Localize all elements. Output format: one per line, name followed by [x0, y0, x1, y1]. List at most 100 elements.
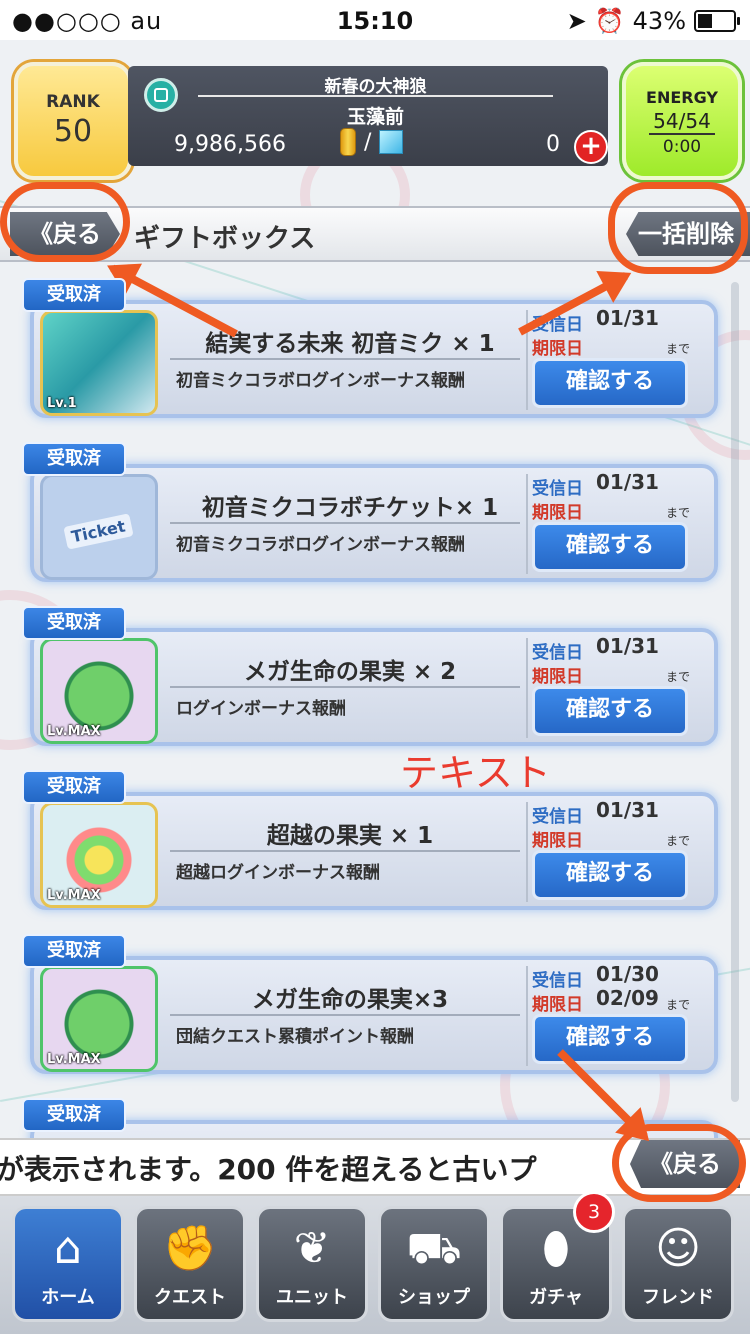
- gift-name: 初音ミクコラボチケット× 1: [201, 495, 499, 521]
- gift-description: 初音ミクコラボログインボーナス報酬: [176, 535, 465, 555]
- tab-label: ガチャ: [529, 1287, 583, 1308]
- highlight-delete-all: [608, 182, 748, 274]
- add-gems-button[interactable]: +: [574, 130, 608, 164]
- name-divider: [170, 850, 520, 852]
- column-divider: [526, 638, 528, 738]
- coin-icon: [340, 128, 356, 156]
- energy-box[interactable]: ENERGY 54/54 0:00: [622, 62, 742, 180]
- rank-value: 50: [53, 114, 93, 149]
- rank-label: RANK: [46, 92, 100, 112]
- friends-icon: ☺: [655, 1223, 701, 1274]
- received-date: 01/31: [596, 470, 659, 494]
- handshake-icon: ✊: [162, 1223, 218, 1274]
- confirm-button[interactable]: 確認する: [532, 1014, 688, 1064]
- apple-thumbnail: Lv.MAX: [40, 966, 158, 1072]
- gift-item: 受取済: [22, 1098, 718, 1140]
- thumb-level: Lv.1: [47, 396, 77, 411]
- gacha-badge: 3: [573, 1191, 615, 1233]
- fruit-thumbnail: Lv.MAX: [40, 802, 158, 908]
- player-name: 玉藻前: [346, 106, 404, 128]
- battery-icon: [694, 10, 740, 32]
- tab-bar: ⌂ ホーム ✊ クエスト ❦ ユニット ⛟ ショップ 3 ⬮ ガチャ ☺ フレン…: [0, 1191, 750, 1334]
- until-label: まで: [666, 342, 691, 356]
- expiry-label: 期限日: [532, 995, 583, 1015]
- gift-name: 超越の果実 × 1: [266, 823, 434, 849]
- annotation-text: テキスト: [400, 751, 551, 795]
- column-divider: [526, 966, 528, 1066]
- gift-item: 受取済 Lv.MAX 超越の果実 × 1 超越ログインボーナス報酬 受信日 01…: [22, 770, 718, 910]
- player-header: RANK 50 新春の大神狼 玉藻前 9,986,566 / 0 + ENERG…: [0, 56, 750, 192]
- tab-quest[interactable]: ✊ クエスト: [134, 1206, 246, 1322]
- gift-description: ログインボーナス報酬: [176, 699, 346, 719]
- energy-timer: 0:00: [662, 137, 702, 157]
- tab-shop[interactable]: ⛟ ショップ: [378, 1206, 490, 1322]
- until-label: まで: [666, 998, 691, 1012]
- ticket-thumbnail: Ticket: [40, 474, 158, 580]
- apple-thumbnail: Lv.MAX: [40, 638, 158, 744]
- currency-icons: /: [340, 128, 404, 156]
- expiry-label: 期限日: [532, 339, 583, 359]
- received-label: 受信日: [532, 807, 583, 827]
- received-tag: 受取済: [22, 934, 126, 968]
- column-divider: [526, 474, 528, 574]
- coin-count: 9,986,566: [174, 132, 286, 157]
- gift-item: 受取済 Lv.1 結実する未来 初音ミク × 1 初音ミクコラボログインボーナス…: [22, 278, 718, 418]
- gift-item: 受取済 Ticket 初音ミクコラボチケット× 1 初音ミクコラボログインボーナ…: [22, 442, 718, 582]
- ticker-text: が表示されます。200 件を超えると古いプ: [0, 1153, 537, 1186]
- received-tag: 受取済: [22, 606, 126, 640]
- until-label: まで: [666, 506, 691, 520]
- energy-value: 54/54: [649, 109, 715, 135]
- tab-label: ショップ: [398, 1287, 470, 1308]
- gift-description: 初音ミクコラボログインボーナス報酬: [176, 371, 465, 391]
- confirm-button[interactable]: 確認する: [532, 686, 688, 736]
- tab-friend[interactable]: ☺ フレンド: [622, 1206, 734, 1322]
- confirm-button[interactable]: 確認する: [532, 522, 688, 572]
- energy-label: ENERGY: [646, 88, 718, 107]
- gift-card: [30, 1120, 718, 1140]
- currency-separator: /: [364, 129, 372, 155]
- received-label: 受信日: [532, 643, 583, 663]
- home-icon: ⌂: [54, 1223, 82, 1274]
- tab-home[interactable]: ⌂ ホーム: [12, 1206, 124, 1322]
- ticket-label: Ticket: [63, 513, 134, 550]
- expiry-date: 02/09: [596, 986, 659, 1010]
- confirm-button[interactable]: 確認する: [532, 850, 688, 900]
- confirm-button[interactable]: 確認する: [532, 358, 688, 408]
- tab-label: フレンド: [642, 1287, 714, 1308]
- gift-description: 団結クエスト累積ポイント報酬: [176, 1027, 414, 1047]
- received-tag: 受取済: [22, 278, 126, 312]
- expiry-label: 期限日: [532, 831, 583, 851]
- expiry-label: 期限日: [532, 503, 583, 523]
- gift-item: 受取済 Lv.MAX メガ生命の果実×3 団結クエスト累積ポイント報酬 受信日 …: [22, 934, 718, 1074]
- gift-thumbnail: Lv.1: [40, 310, 158, 416]
- column-divider: [526, 802, 528, 902]
- gift-list[interactable]: 受取済 Lv.1 結実する未来 初音ミク × 1 初音ミクコラボログインボーナス…: [0, 262, 750, 1140]
- gift-description: 超越ログインボーナス報酬: [176, 863, 380, 883]
- received-date: 01/31: [596, 306, 659, 330]
- name-divider: [170, 686, 520, 688]
- received-date: 01/31: [596, 798, 659, 822]
- gem-count: 0: [546, 132, 560, 157]
- name-divider: [170, 358, 520, 360]
- status-bar: ●●○○○ au 15:10 ➤ ⏰ 43%: [0, 0, 750, 40]
- received-label: 受信日: [532, 479, 583, 499]
- tab-label: ユニット: [276, 1287, 348, 1308]
- received-tag: 受取済: [22, 770, 126, 804]
- received-date: 01/30: [596, 962, 659, 986]
- gift-name: メガ生命の果実×3: [251, 987, 449, 1013]
- name-divider: [170, 522, 520, 524]
- highlight-back-button: [0, 182, 130, 262]
- until-label: まで: [666, 670, 691, 684]
- tab-unit[interactable]: ❦ ユニット: [256, 1206, 368, 1322]
- received-tag: 受取済: [22, 1098, 126, 1132]
- list-scrollbar[interactable]: [731, 282, 739, 1102]
- location-arrow-icon: ➤: [566, 7, 587, 35]
- rank-box[interactable]: RANK 50: [14, 62, 132, 180]
- tab-gacha[interactable]: 3 ⬮ ガチャ: [500, 1191, 615, 1322]
- emblem-icon: [144, 78, 178, 112]
- thumb-level: Lv.MAX: [47, 888, 101, 903]
- cart-icon: ⛟: [406, 1223, 462, 1274]
- tab-label: ホーム: [41, 1287, 95, 1308]
- gem-icon: [379, 130, 404, 154]
- until-label: まで: [666, 834, 691, 848]
